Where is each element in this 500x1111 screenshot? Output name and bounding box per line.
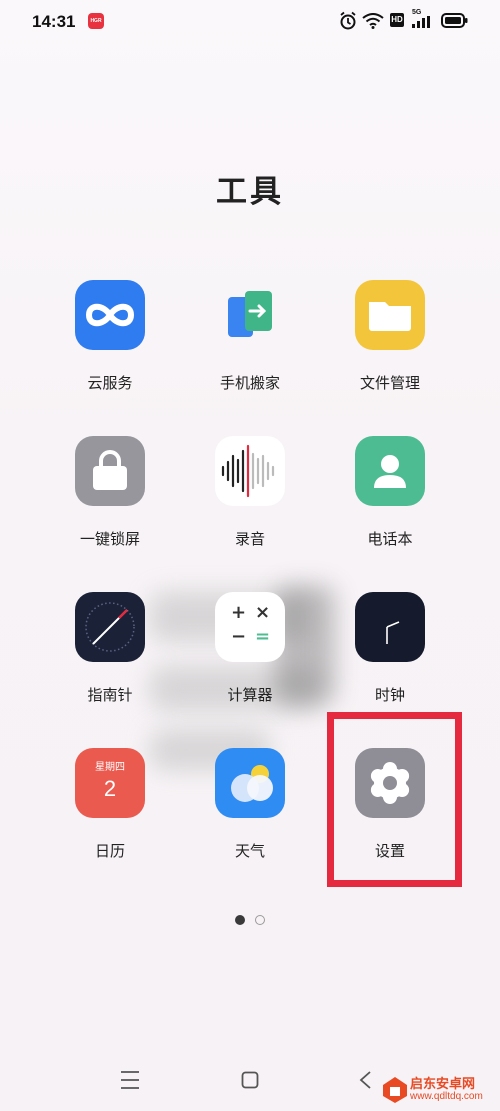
battery-icon [441,13,468,28]
app-label: 指南针 [87,686,133,704]
app-cloud-service[interactable]: 云服务 [40,280,180,395]
app-label: 手机搬家 [219,374,280,392]
app-label: 录音 [234,530,265,548]
app-label: 文件管理 [359,374,420,392]
app-label: 天气 [234,842,265,860]
page-dot-inactive[interactable] [255,914,265,925]
calculator-minus: − [231,626,247,647]
page-indicator [0,909,500,925]
app-weather[interactable]: 天气 [180,748,320,863]
hd-icon: HD [390,13,404,27]
lock-screen-icon [75,436,145,506]
app-contacts[interactable]: 电话本 [320,436,460,551]
weather-icon [215,748,285,818]
app-calculator[interactable]: + × − = 计算器 [180,592,320,707]
watermark-url: www.qdltdq.com [410,1091,483,1102]
app-label: 日历 [94,842,125,860]
app-compass[interactable]: 指南针 [40,592,180,707]
status-bar: 14:31 HGR HD 5G [0,0,500,44]
home-icon[interactable] [241,1071,259,1089]
contacts-icon [355,436,425,506]
calculator-icon: + × − = [215,592,285,662]
app-recorder[interactable]: 录音 [180,436,320,551]
calculator-times: × [255,602,271,623]
app-calendar[interactable]: 星期四 2 日历 [40,748,180,863]
calculator-equals: = [255,626,271,647]
app-phone-clone[interactable]: 手机搬家 [180,280,320,395]
app-label: 云服务 [87,374,133,392]
wifi-icon [362,13,384,29]
watermark-name: 启东安卓网 [410,1077,476,1092]
watermark-logo-icon [383,1077,407,1103]
calendar-day: 2 [103,776,117,801]
app-label: 计算器 [227,686,273,704]
status-time: 14:31 [32,12,76,31]
cloud-service-icon [75,280,145,350]
signal-icon [412,16,430,28]
compass-icon [75,592,145,662]
calendar-icon: 星期四 2 [75,748,145,818]
folder-title[interactable]: 工具 [0,166,500,211]
back-icon[interactable] [358,1070,372,1090]
watermark: 启东安卓网 www.qdltdq.com [380,1072,498,1108]
app-lock-screen[interactable]: 一键锁屏 [40,436,180,551]
alarm-icon [340,11,356,30]
app-label: 电话本 [367,530,413,548]
menu-icon[interactable] [120,1068,140,1092]
file-manager-icon [355,280,425,350]
calculator-plus: + [231,602,247,623]
recorder-icon [215,436,285,506]
calendar-weekday: 星期四 [95,762,125,773]
app-notification-badge: HGR [88,13,104,29]
phone-clone-icon [215,280,285,350]
clock-icon [355,592,425,662]
app-file-manager[interactable]: 文件管理 [320,280,460,395]
app-label: 一键锁屏 [79,530,140,548]
settings-highlight-box [327,712,462,887]
page-dot-active[interactable] [235,914,245,925]
app-label: 时钟 [374,686,405,704]
network-type-label: 5G [412,9,422,16]
app-clock[interactable]: 时钟 [320,592,460,707]
